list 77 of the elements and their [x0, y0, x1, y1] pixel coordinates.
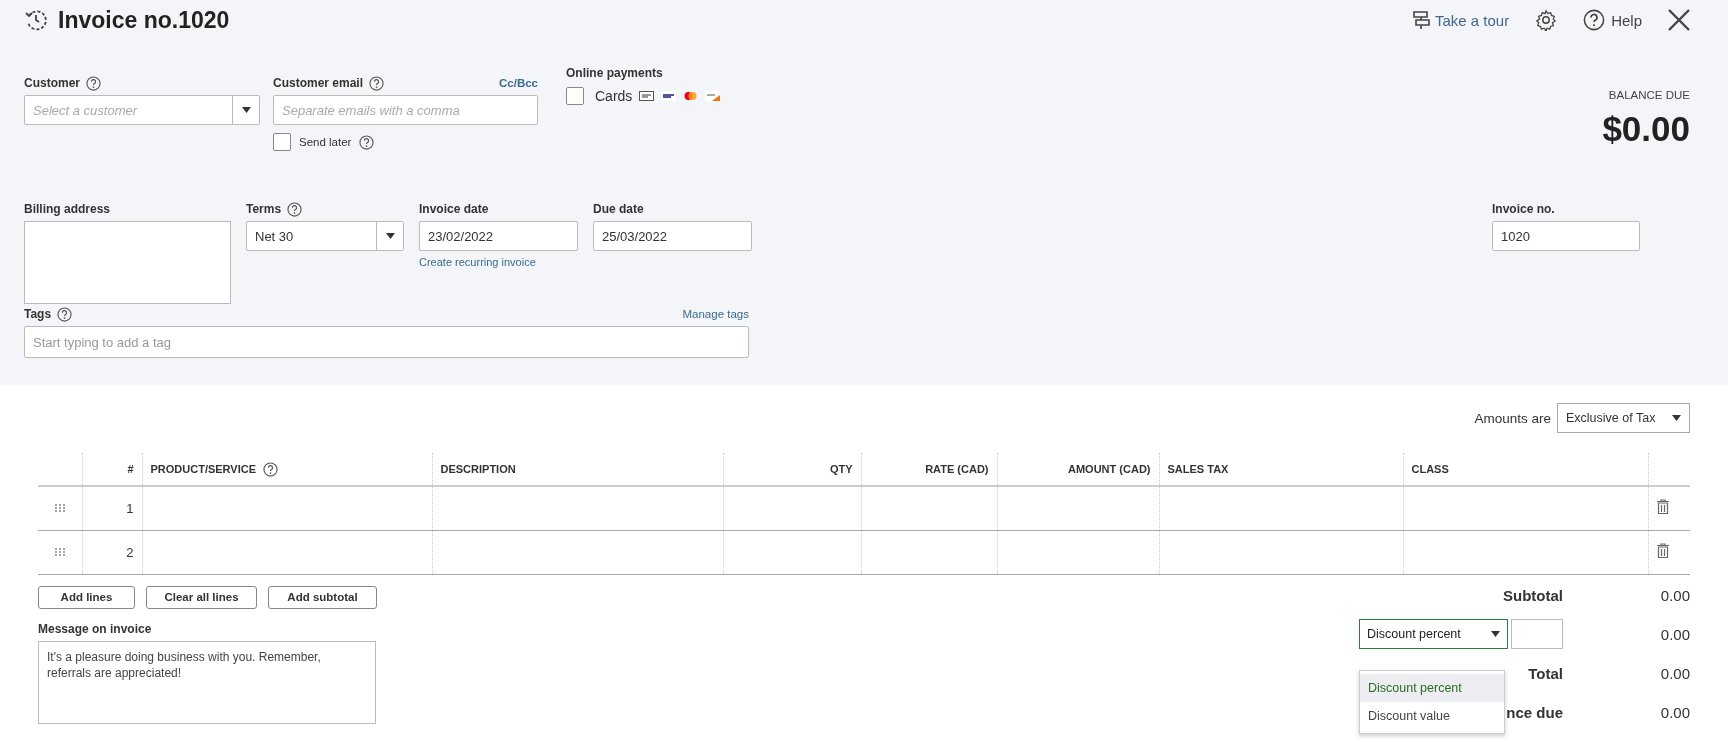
help-icon[interactable] — [359, 134, 375, 150]
recurring-invoice-link[interactable]: Create recurring invoice — [419, 256, 536, 268]
table-action-button[interactable]: Clear all lines — [146, 585, 257, 609]
column-header: DESCRIPTION — [440, 463, 516, 475]
drag-handle-icon[interactable] — [54, 546, 65, 557]
line-number: 1 — [126, 500, 134, 516]
help-icon[interactable] — [287, 201, 303, 217]
line-number: 2 — [126, 544, 134, 560]
help-icon[interactable] — [263, 461, 279, 477]
cards-label: Cards — [595, 88, 633, 104]
help-icon — [1583, 9, 1606, 31]
invoice-date-label: Invoice date — [419, 202, 489, 216]
column-header: AMOUNT (CAD) — [1068, 463, 1151, 475]
signpost-icon — [1411, 10, 1430, 30]
subtotal-value: 0.00 — [1659, 586, 1690, 604]
invoice-no-field[interactable]: 1020 — [1492, 221, 1640, 251]
message-label: Message on invoice — [38, 621, 152, 636]
invoice-title: Invoice no.1020 — [58, 6, 230, 34]
terms-dropdown[interactable]: Net 30 — [246, 221, 404, 251]
settings-icon[interactable] — [1535, 9, 1558, 31]
caret-icon — [1672, 415, 1681, 421]
balance-due-amount: $0.00 — [1602, 109, 1690, 149]
balance-due-value: 0.00 — [1659, 703, 1690, 721]
trash-icon[interactable] — [1656, 499, 1669, 515]
discount-option[interactable]: Discount value — [1360, 701, 1504, 730]
subtotal-label: Subtotal — [1503, 586, 1563, 604]
discount-type-dropdown[interactable]: Discount percent — [1359, 619, 1508, 649]
send-later-label: Send later — [299, 136, 352, 148]
total-value: 0.00 — [1659, 664, 1690, 682]
column-header: # — [127, 463, 134, 475]
help-icon[interactable] — [86, 75, 101, 91]
discount-option[interactable]: Discount percent — [1360, 673, 1504, 702]
column-header: PRODUCT/SERVICE — [150, 463, 257, 475]
total-label: Total — [1528, 664, 1563, 682]
payment-card-icon — [683, 91, 699, 101]
payment-card-icon — [705, 91, 721, 101]
cards-checkbox[interactable] — [566, 87, 584, 105]
invoice-no-label: Invoice no. — [1492, 202, 1555, 216]
tax-mode-dropdown[interactable]: Exclusive of Tax — [1557, 403, 1690, 433]
customer-email-label: Customer email — [273, 76, 364, 90]
column-header: RATE (CAD) — [925, 463, 989, 475]
help-button[interactable]: Help — [1583, 9, 1642, 31]
caret-icon — [241, 107, 251, 113]
tags-label: Tags — [24, 307, 52, 321]
trash-icon[interactable] — [1656, 543, 1669, 558]
discount-value: 0.00 — [1659, 625, 1690, 643]
due-date-field[interactable]: 25/03/2022 — [593, 221, 752, 251]
close-icon[interactable] — [1668, 9, 1690, 31]
send-later-checkbox[interactable] — [273, 133, 291, 151]
amounts-are-label: Amounts are — [1474, 410, 1551, 426]
take-tour-link[interactable]: Take a tour — [1411, 10, 1510, 30]
message-field[interactable]: It's a pleasure doing business with you. Remember, referrals are appreciated! — [38, 640, 376, 724]
help-icon[interactable] — [369, 75, 385, 91]
manage-tags-link[interactable]: Manage tags — [682, 308, 749, 320]
terms-label: Terms — [246, 202, 282, 216]
column-header: QTY — [829, 463, 853, 475]
online-payments-label: Online payments — [566, 66, 663, 80]
payment-card-icon — [639, 91, 655, 101]
balance-due-label: BALANCE DUE — [1607, 89, 1690, 101]
table-action-button[interactable]: Add subtotal — [268, 585, 377, 609]
help-icon[interactable] — [57, 306, 73, 322]
discount-field[interactable] — [1511, 619, 1563, 649]
caret-icon — [385, 233, 395, 239]
caret-icon — [1491, 631, 1500, 637]
invoice-date-field[interactable]: 23/02/2022 — [419, 221, 578, 251]
billing-address-field[interactable] — [24, 221, 231, 304]
due-date-label: Due date — [593, 202, 644, 216]
payment-card-icon — [661, 91, 677, 101]
cc-bcc-link[interactable]: Cc/Bcc — [499, 77, 538, 89]
column-header: SALES TAX — [1167, 463, 1229, 475]
balance-due-label: nce due — [1506, 703, 1563, 721]
history-icon[interactable] — [24, 8, 48, 32]
drag-handle-icon[interactable] — [54, 502, 65, 513]
table-action-button[interactable]: Add lines — [38, 585, 135, 609]
customer-label: Customer — [24, 76, 80, 90]
billing-address-label: Billing address — [24, 202, 111, 216]
column-header: CLASS — [1411, 463, 1449, 475]
